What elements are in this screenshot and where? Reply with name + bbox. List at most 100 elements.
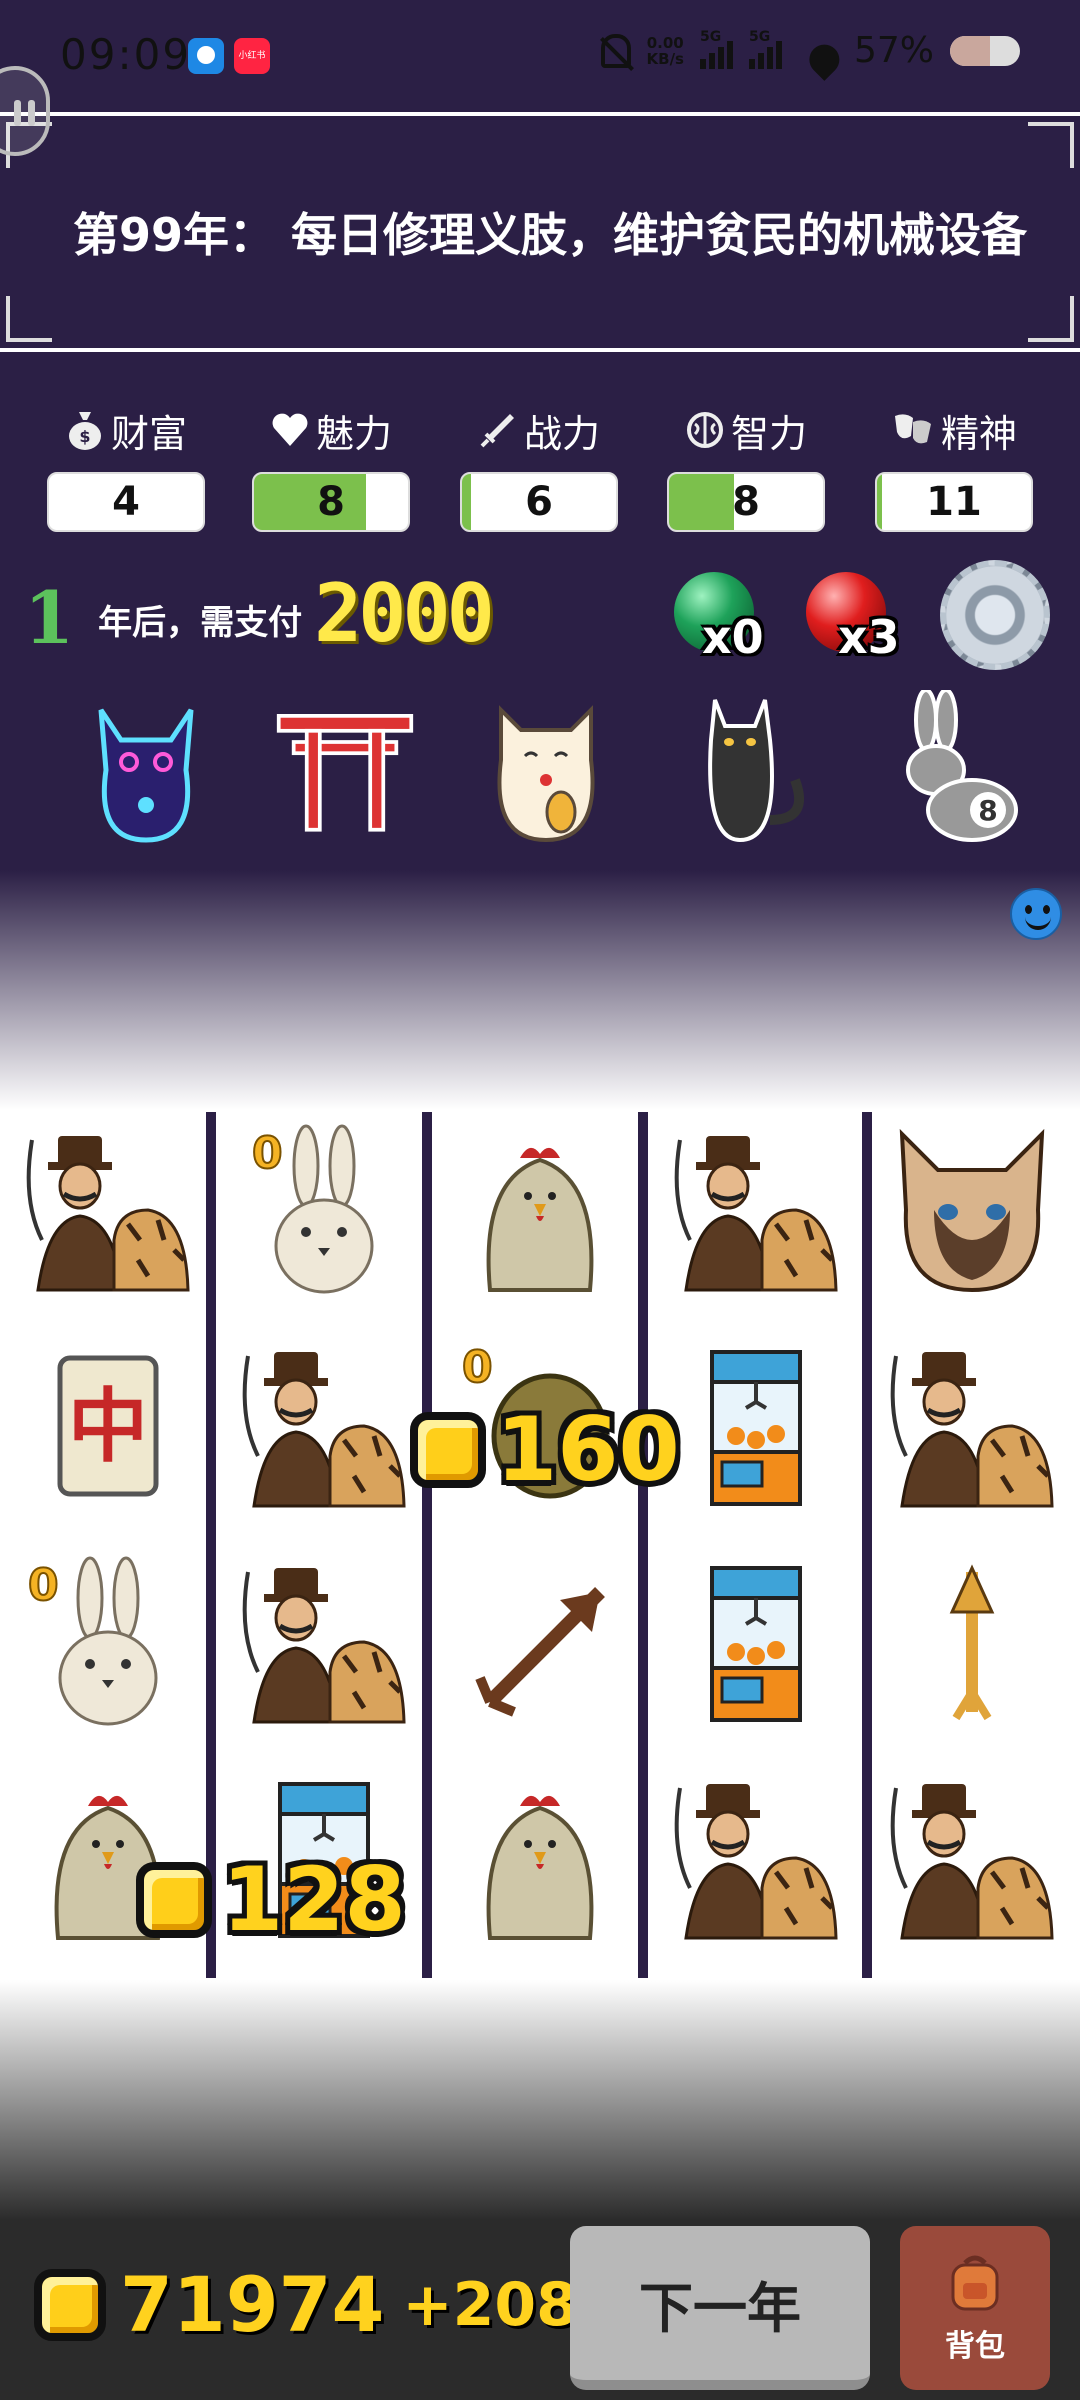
- coin-icon: [410, 1411, 486, 1488]
- symbol-hunter-tiger[interactable]: [872, 1758, 1072, 1958]
- arrow-up-icon: [949, 1564, 995, 1721]
- xiaohongshu-notification-icon: 小红书: [234, 38, 270, 74]
- backpack-label: 背包: [945, 2329, 1005, 2364]
- item-torii-gate[interactable]: [275, 690, 415, 850]
- coin-delta: +208: [402, 2269, 578, 2340]
- stat-combat: 战力 6: [460, 400, 618, 540]
- chicken-icon: [486, 1793, 594, 1940]
- net-speed: 0.00 KB/s: [647, 35, 684, 67]
- battery-percent: 57%: [853, 30, 934, 71]
- settings-gear-icon[interactable]: [940, 560, 1050, 670]
- signal-icon: 5G: [748, 29, 782, 69]
- torii-gate-icon: [276, 713, 414, 832]
- bell-muted-icon: [600, 33, 631, 68]
- symbol-arrow[interactable]: [440, 1542, 640, 1742]
- brain-icon: [686, 412, 723, 448]
- hunter-tiger-icon: [882, 1768, 1062, 1948]
- red-orb-count: x3: [838, 610, 900, 664]
- stat-charm: 魅力 8: [252, 400, 410, 540]
- status-bar: 09:09 小红书 0.00 KB/s 5G 5G 57%: [0, 0, 1080, 110]
- symbol-hunter-tiger[interactable]: [656, 1110, 856, 1310]
- claw-machine-icon: [710, 1566, 802, 1722]
- rent-text: 年后，需支付: [98, 603, 303, 643]
- item-rabbit[interactable]: 8: [890, 690, 1030, 850]
- symbol-hunter-tiger[interactable]: [224, 1542, 424, 1742]
- symbol-hunter-tiger[interactable]: [872, 1326, 1072, 1526]
- stat-intellect: 智力 8: [667, 400, 825, 540]
- rent-years-left: 1: [24, 575, 75, 660]
- symbol-mahjong-zhong[interactable]: 中: [8, 1326, 208, 1526]
- year-event-text: 第99年： 每日修理义肢，维护贫民的机械设备: [72, 208, 1028, 262]
- symbol-chicken[interactable]: [440, 1110, 640, 1310]
- symbol-hunter-tiger[interactable]: [656, 1758, 856, 1958]
- stat-wealth-label-row: $ 财富: [47, 400, 205, 460]
- stat-charm-box: 8: [252, 472, 410, 532]
- symbol-rabbit[interactable]: 0: [224, 1110, 424, 1310]
- item-lucky-cat[interactable]: [476, 690, 616, 850]
- claw-machine-icon: [710, 1350, 802, 1506]
- stat-spirit: 精神 11: [875, 400, 1033, 540]
- reel-divider: [862, 1112, 872, 1978]
- symbol-claw-machine[interactable]: [656, 1326, 856, 1526]
- stat-spirit-label-row: 精神: [875, 400, 1033, 460]
- symbol-rabbit[interactable]: 0: [8, 1542, 208, 1742]
- stat-value: 11: [926, 479, 982, 525]
- symbol-hunter-tiger[interactable]: [224, 1326, 424, 1526]
- smiley-icon[interactable]: [1010, 888, 1062, 940]
- stat-label: 战力: [523, 411, 600, 456]
- stat-value: 8: [317, 479, 345, 525]
- hunter-tiger-icon: [882, 1336, 1062, 1516]
- item-cyber-cat[interactable]: [76, 690, 216, 850]
- white-rabbit-icon: 0: [251, 1124, 374, 1294]
- wifi-icon: [798, 34, 838, 68]
- symbol-chicken[interactable]: [440, 1758, 640, 1958]
- app-notification-icon: [188, 38, 224, 74]
- stat-spirit-box: 11: [875, 472, 1033, 532]
- coin-icon: [136, 1861, 212, 1938]
- pause-button[interactable]: [0, 66, 50, 156]
- bottom-fade: [0, 1980, 1080, 2220]
- symbol-arrow-up[interactable]: [872, 1542, 1072, 1742]
- egg-counter: 0: [462, 1342, 493, 1393]
- mask-icon: [894, 414, 931, 444]
- arrow-diagonal-icon: [475, 1587, 605, 1717]
- stat-label: 智力: [730, 411, 807, 456]
- backpack-button[interactable]: 背包: [900, 2226, 1050, 2390]
- next-year-button[interactable]: 下一年: [570, 2226, 870, 2390]
- stats-panel: $ 财富 4 魅力 8 战力 6 智力 8 精神 11: [0, 400, 1080, 540]
- hunter-tiger-icon: [666, 1120, 846, 1300]
- net-speed-value: 0.00: [646, 33, 684, 52]
- stat-intellect-box: 8: [667, 472, 825, 532]
- mahjong-char: 中: [68, 1380, 148, 1473]
- stat-wealth-box: 4: [47, 472, 205, 532]
- stat-label: 魅力: [315, 411, 392, 456]
- cyber-cat-icon: [98, 708, 194, 843]
- rabbit-counter-badge: 8: [978, 794, 997, 827]
- stat-label: 财富: [110, 411, 187, 456]
- item-row: 8: [0, 690, 1080, 870]
- white-rabbit-icon: 0: [27, 1556, 158, 1726]
- stat-label: 精神: [940, 411, 1017, 456]
- year-event-banner: 第99年： 每日修理义肢，维护贫民的机械设备: [0, 112, 1080, 352]
- chicken-icon: [486, 1145, 594, 1292]
- hunter-tiger-icon: [234, 1552, 414, 1732]
- stat-combat-label-row: 战力: [460, 400, 618, 460]
- item-black-cat[interactable]: [680, 690, 820, 850]
- stat-combat-box: 6: [460, 472, 618, 532]
- siamese-cat-icon: [900, 1132, 1044, 1292]
- symbol-hunter-tiger[interactable]: [8, 1110, 208, 1310]
- backpack-icon: [951, 2255, 999, 2311]
- net-speed-unit: KB/s: [646, 49, 684, 68]
- symbol-siamese-cat[interactable]: [872, 1110, 1072, 1310]
- coin-popup-value: 128: [222, 1848, 406, 1951]
- stat-wealth: $ 财富 4: [47, 400, 205, 540]
- reel-divider: [638, 1112, 648, 1978]
- symbol-claw-machine[interactable]: [656, 1542, 856, 1742]
- coin-popup: 160: [410, 1398, 680, 1501]
- rent-due: 1 年后，需支付 2000: [24, 567, 495, 660]
- mahjong-tile-icon: 中: [57, 1355, 159, 1497]
- green-orb-count: x0: [702, 610, 764, 664]
- stat-value: 8: [732, 479, 760, 525]
- hunter-tiger-icon: [18, 1120, 198, 1300]
- coin-popup: 128: [136, 1848, 406, 1951]
